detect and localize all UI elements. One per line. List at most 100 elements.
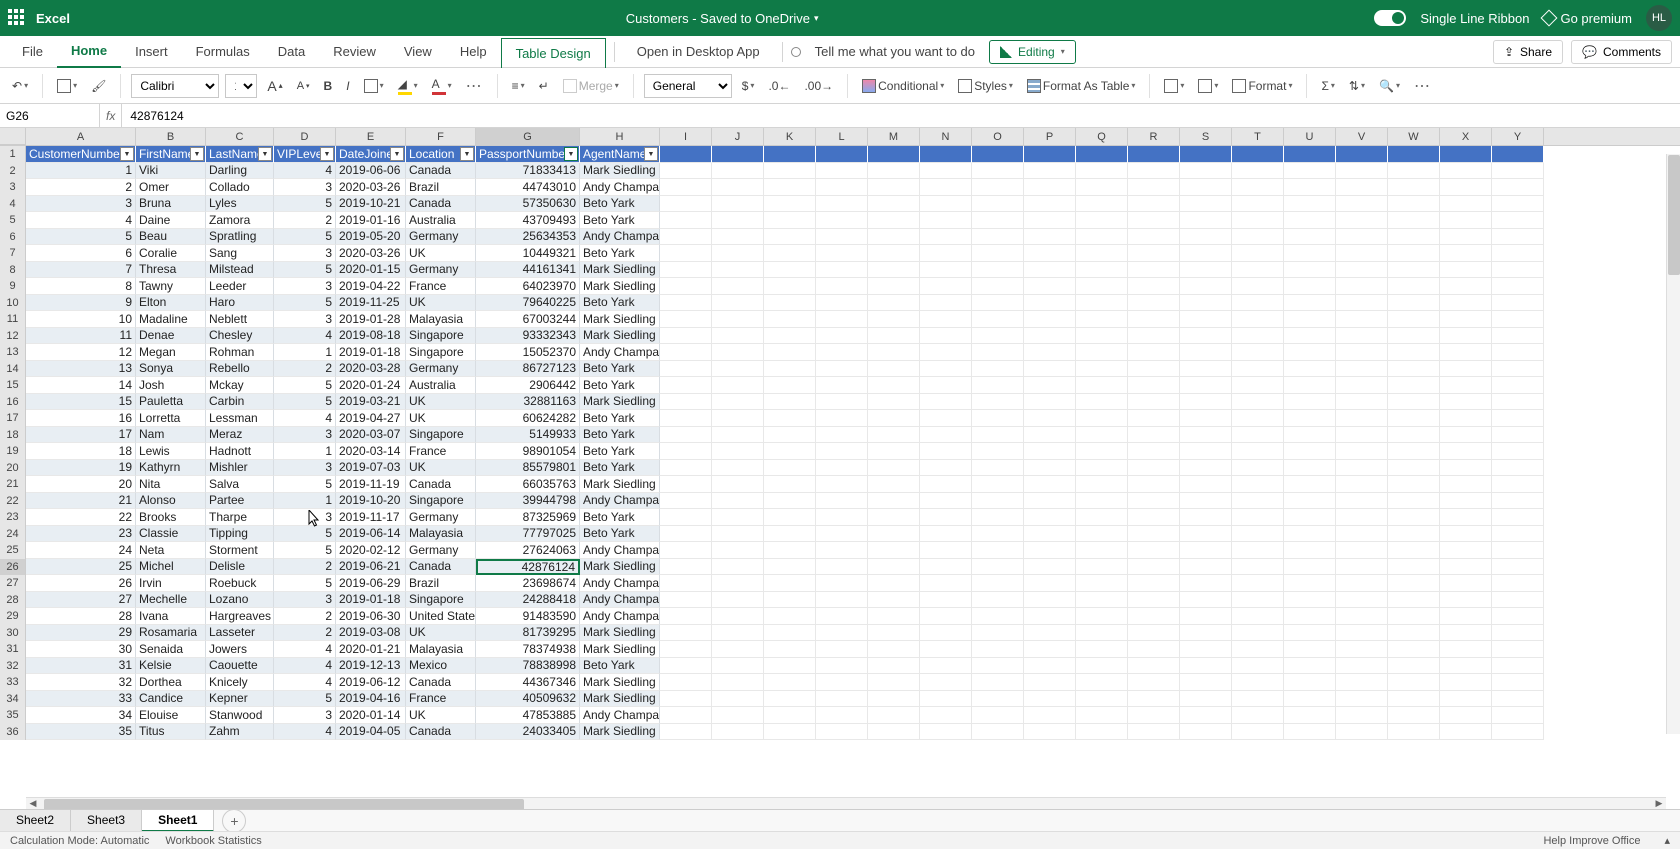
cell[interactable] bbox=[972, 724, 1024, 741]
cell[interactable] bbox=[660, 707, 712, 724]
cell[interactable] bbox=[764, 724, 816, 741]
cell[interactable] bbox=[1232, 410, 1284, 427]
cell[interactable]: Australia bbox=[406, 377, 476, 394]
cell[interactable] bbox=[1232, 641, 1284, 658]
cell[interactable] bbox=[1336, 262, 1388, 279]
cell[interactable]: 4 bbox=[274, 641, 336, 658]
cell[interactable]: 23 bbox=[26, 526, 136, 543]
cell[interactable]: Bruna bbox=[136, 196, 206, 213]
cell[interactable]: 2 bbox=[274, 212, 336, 229]
cell[interactable] bbox=[972, 625, 1024, 642]
tab-table-design[interactable]: Table Design bbox=[501, 38, 606, 68]
cell[interactable] bbox=[972, 559, 1024, 576]
cell[interactable]: 2020-01-15 bbox=[336, 262, 406, 279]
cell[interactable] bbox=[764, 493, 816, 510]
increase-decimal-button[interactable]: .0← bbox=[764, 77, 794, 95]
cell[interactable] bbox=[764, 328, 816, 345]
cell[interactable] bbox=[660, 245, 712, 262]
cell[interactable] bbox=[1180, 707, 1232, 724]
cell[interactable] bbox=[816, 278, 868, 295]
cell[interactable] bbox=[816, 526, 868, 543]
cell[interactable] bbox=[712, 608, 764, 625]
cell[interactable] bbox=[920, 460, 972, 477]
cell[interactable] bbox=[868, 163, 920, 180]
row-header[interactable]: 21 bbox=[0, 476, 26, 493]
cell[interactable] bbox=[1232, 476, 1284, 493]
cell[interactable] bbox=[1128, 245, 1180, 262]
cell[interactable]: Sang bbox=[206, 245, 274, 262]
cell[interactable] bbox=[1284, 427, 1336, 444]
cell[interactable] bbox=[920, 674, 972, 691]
cell[interactable] bbox=[764, 262, 816, 279]
cell[interactable]: Andy Champan bbox=[580, 344, 660, 361]
cell[interactable] bbox=[920, 641, 972, 658]
cell[interactable] bbox=[712, 691, 764, 708]
filter-button[interactable] bbox=[564, 147, 578, 161]
cell[interactable] bbox=[920, 410, 972, 427]
cell[interactable] bbox=[1440, 575, 1492, 592]
cell[interactable] bbox=[1440, 344, 1492, 361]
cell[interactable]: Brooks bbox=[136, 509, 206, 526]
cell[interactable] bbox=[1388, 344, 1440, 361]
cell[interactable] bbox=[1180, 575, 1232, 592]
cell[interactable] bbox=[1024, 674, 1076, 691]
cell[interactable] bbox=[660, 344, 712, 361]
cell[interactable] bbox=[816, 724, 868, 741]
cell[interactable] bbox=[920, 245, 972, 262]
cell[interactable] bbox=[1388, 278, 1440, 295]
cell[interactable]: Nita bbox=[136, 476, 206, 493]
cell[interactable] bbox=[1232, 443, 1284, 460]
cell[interactable] bbox=[1336, 377, 1388, 394]
cell[interactable] bbox=[1492, 212, 1544, 229]
cell[interactable] bbox=[868, 575, 920, 592]
cell[interactable] bbox=[1076, 641, 1128, 658]
cell[interactable] bbox=[1232, 196, 1284, 213]
cell[interactable] bbox=[712, 526, 764, 543]
cell[interactable] bbox=[920, 443, 972, 460]
cell[interactable] bbox=[1492, 559, 1544, 576]
cell[interactable] bbox=[1388, 361, 1440, 378]
row-header[interactable]: 24 bbox=[0, 526, 26, 543]
cell[interactable] bbox=[1492, 377, 1544, 394]
cell[interactable]: 60624282 bbox=[476, 410, 580, 427]
cell[interactable]: Leeder bbox=[206, 278, 274, 295]
cell[interactable] bbox=[660, 196, 712, 213]
cell[interactable] bbox=[1232, 361, 1284, 378]
cell[interactable] bbox=[972, 427, 1024, 444]
cell[interactable] bbox=[972, 641, 1024, 658]
cell[interactable]: Lasseter bbox=[206, 625, 274, 642]
cell[interactable]: Andy Champan bbox=[580, 575, 660, 592]
cell[interactable] bbox=[660, 559, 712, 576]
cell[interactable] bbox=[1128, 608, 1180, 625]
cell[interactable] bbox=[920, 179, 972, 196]
cell[interactable]: 2019-11-17 bbox=[336, 509, 406, 526]
cell[interactable]: 3 bbox=[274, 427, 336, 444]
cell[interactable] bbox=[1076, 559, 1128, 576]
cell[interactable] bbox=[1388, 146, 1440, 163]
cell[interactable] bbox=[1440, 229, 1492, 246]
cell[interactable] bbox=[764, 394, 816, 411]
cell[interactable]: Darling bbox=[206, 163, 274, 180]
row-header[interactable]: 8 bbox=[0, 262, 26, 279]
cell[interactable]: 34 bbox=[26, 707, 136, 724]
cell[interactable] bbox=[1232, 344, 1284, 361]
cell[interactable] bbox=[1492, 196, 1544, 213]
cell[interactable]: Neblett bbox=[206, 311, 274, 328]
cell[interactable] bbox=[1180, 361, 1232, 378]
cell[interactable]: 4 bbox=[274, 724, 336, 741]
cell[interactable]: Hadnott bbox=[206, 443, 274, 460]
cell[interactable] bbox=[1180, 377, 1232, 394]
cell[interactable] bbox=[1128, 542, 1180, 559]
cell[interactable] bbox=[1336, 493, 1388, 510]
cell[interactable] bbox=[764, 278, 816, 295]
cell[interactable]: 44367346 bbox=[476, 674, 580, 691]
cell[interactable]: 3 bbox=[274, 509, 336, 526]
cell[interactable] bbox=[712, 146, 764, 163]
cell[interactable] bbox=[1492, 361, 1544, 378]
cell[interactable] bbox=[1284, 592, 1336, 609]
cell[interactable]: Beto Yark bbox=[580, 460, 660, 477]
cell[interactable] bbox=[1180, 691, 1232, 708]
cell[interactable]: 2019-04-22 bbox=[336, 278, 406, 295]
cell[interactable] bbox=[1076, 394, 1128, 411]
cell[interactable] bbox=[1024, 427, 1076, 444]
